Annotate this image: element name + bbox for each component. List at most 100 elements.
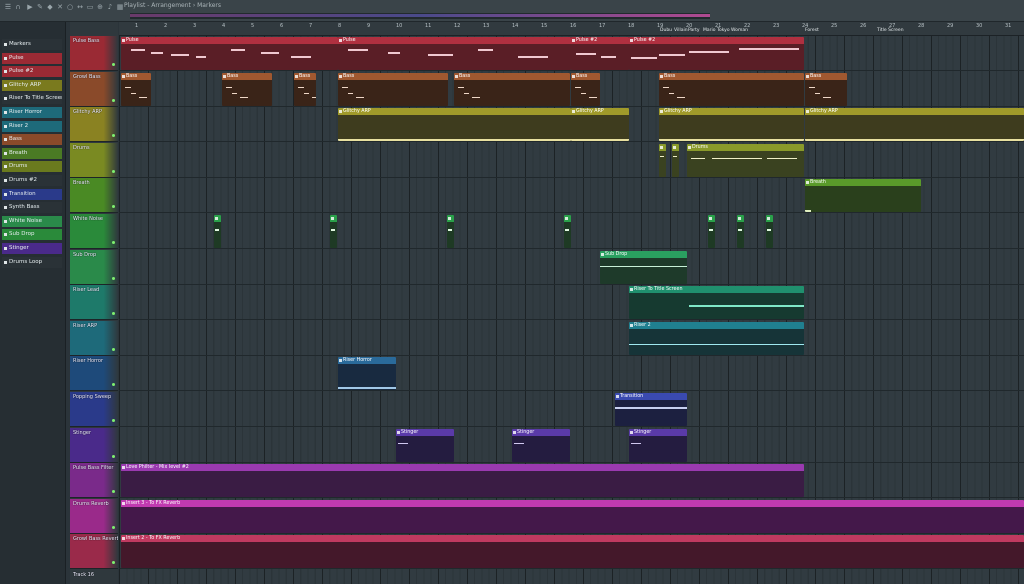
pattern-clip[interactable]: Riser Horror [338,357,396,391]
breadcrumb[interactable]: Playlist - Arrangement › Markers [124,2,221,9]
track-header[interactable]: Growl Bass Reverb [70,534,118,570]
delete-icon[interactable]: ✕ [56,3,64,11]
track-mute-led[interactable] [112,134,115,138]
pattern-clip[interactable]: Bass [121,72,151,106]
track-mute-led[interactable] [112,419,115,422]
track-header[interactable]: Sub Drop [70,249,118,285]
picker-item[interactable]: Synth Bass [2,202,62,214]
track-mute-led[interactable] [112,525,115,529]
playlist-lane[interactable]: Drums [119,143,1024,178]
track-mute-led[interactable] [112,490,115,494]
marker-label[interactable]: Forest [805,28,819,33]
picker-item[interactable]: Breath [2,147,62,159]
pattern-clip[interactable] [447,215,454,248]
picker-item[interactable]: Riser Horror [2,107,62,118]
track-header[interactable]: Riser ARP [70,320,118,356]
pattern-clip[interactable]: Pulse [121,37,338,70]
select-icon[interactable]: ▭ [86,3,94,11]
playlist-lane[interactable]: Riser 2 [119,321,1024,356]
pattern-clip[interactable]: Bass [294,72,316,106]
pattern-clip[interactable]: Glitchy ARP [805,108,1024,142]
track-header[interactable]: Glitchy ARP [70,107,118,143]
marker-label[interactable]: Tokyo [717,28,730,33]
playlist-lane[interactable]: Transition [119,392,1024,427]
paint-icon[interactable]: ◆ [46,3,54,11]
pattern-clip[interactable]: Bass [338,72,448,106]
pattern-clip[interactable] [708,215,715,248]
track-header[interactable]: Pulse Bass Filter [70,463,118,499]
play-icon[interactable]: ▶ [26,3,34,11]
track-mute-led[interactable] [112,98,115,102]
picker-item[interactable]: Pulse #2 [2,66,62,78]
picker-item[interactable]: Markers [2,39,62,50]
zoom-icon[interactable]: ⊕ [96,3,104,11]
playlist-lane[interactable]: Bass Bass Bass Bass Bass Bass Bass Bass [119,72,1024,107]
picker-item[interactable]: Stinger [2,243,62,254]
playlist-lane[interactable] [119,214,1024,249]
playlist-lane[interactable]: Pulse Pulse Pulse #2 Pulse #2 [119,36,1024,71]
playlist-lane[interactable]: Breath [119,178,1024,214]
pattern-clip[interactable]: Pulse #2 [571,37,629,70]
timeline-ruler[interactable]: 1 2 3 4 5 6 7 8 9 10 11 12 13 14 15 16 17 18 19 20 21 22 23 24 2… [119,22,1024,36]
track-header[interactable]: Growl Bass [70,71,118,107]
pattern-clip[interactable]: Sub Drop [600,250,687,284]
pattern-clip[interactable] [214,215,221,248]
pattern-clip[interactable] [330,215,337,248]
track-mute-led[interactable] [112,383,115,387]
track-header[interactable]: Riser Lead [70,285,118,321]
pattern-clip[interactable]: Bass [805,72,847,106]
pattern-clip[interactable]: Stinger [629,428,687,462]
pattern-clip[interactable]: Transition [615,393,687,426]
marker-label[interactable]: Mario [703,28,716,33]
picker-item[interactable]: Glitchy ARP [2,79,62,91]
pattern-clip[interactable]: Bass [222,72,272,106]
pattern-clip[interactable]: Glitchy ARP [659,108,804,142]
playback-icon[interactable]: ♪ [106,3,114,11]
track-header[interactable]: White Noise [70,214,118,249]
pattern-clip[interactable] [766,215,773,248]
track-header[interactable]: Riser Horror [70,356,118,392]
playlist-lane[interactable]: Insert 2 - To FX Reverb [119,534,1024,570]
track-mute-led[interactable] [112,312,115,316]
playlist-grid[interactable]: Pulse Pulse Pulse #2 Pulse #2 Bass Bass Bass Ba… [119,36,1024,584]
marker-label[interactable]: Title Screen [877,28,904,33]
picker-item[interactable]: Riser 2 [2,120,62,132]
track-mute-led[interactable] [112,561,115,565]
pattern-clip[interactable]: Glitchy ARP [571,108,629,142]
track-header[interactable]: Drums [70,142,118,178]
overview-scrollbar[interactable] [130,13,710,19]
pattern-clip[interactable]: Riser To Title Screen [629,286,804,320]
marker-label[interactable]: Villain [674,28,688,33]
picker-item[interactable]: Transition [2,188,62,200]
picker-item[interactable]: Drums #2 [2,175,62,186]
slip-icon[interactable]: ↔ [76,3,84,11]
track-mute-led[interactable] [112,454,115,458]
draw-icon[interactable]: ✎ [36,3,44,11]
playlist-lane[interactable]: Insert 3 - To FX Reverb [119,499,1024,534]
magnet-icon[interactable]: ∩ [14,3,22,11]
marker-label[interactable]: Dubu [660,28,672,33]
playlist-lane[interactable]: Stinger Stinger Stinger [119,428,1024,463]
picker-item[interactable]: Drums Loop [2,256,62,268]
pattern-clip[interactable]: Stinger [396,428,454,462]
track-mute-led[interactable] [112,63,115,66]
picker-item[interactable]: Pulse [2,52,62,64]
pattern-clip[interactable] [564,215,571,248]
pattern-clip[interactable]: Drums [687,143,804,177]
playlist-lane[interactable]: Glitchy ARP Glitchy ARP Glitchy ARP Glitchy… [119,107,1024,143]
playlist-lane[interactable]: Riser To Title Screen [119,285,1024,321]
track-header[interactable]: Breath [70,178,118,214]
mute-icon[interactable]: ○ [66,3,74,11]
pattern-clip[interactable]: Bass [454,72,570,106]
playlist-lane[interactable]: Sub Drop [119,250,1024,285]
picker-item[interactable]: Sub Drop [2,229,62,241]
track-mute-led[interactable] [112,276,115,280]
marker-label[interactable]: Party [688,28,700,33]
picker-item[interactable]: White Noise [2,215,62,227]
pattern-clip[interactable] [672,143,679,177]
track-header[interactable]: Pulse Bass [70,36,118,71]
playlist-lane[interactable] [119,570,1024,584]
pattern-clip[interactable] [659,143,666,177]
picker-item[interactable]: Riser To Title Screen [2,93,62,105]
track-mute-led[interactable] [112,169,115,173]
